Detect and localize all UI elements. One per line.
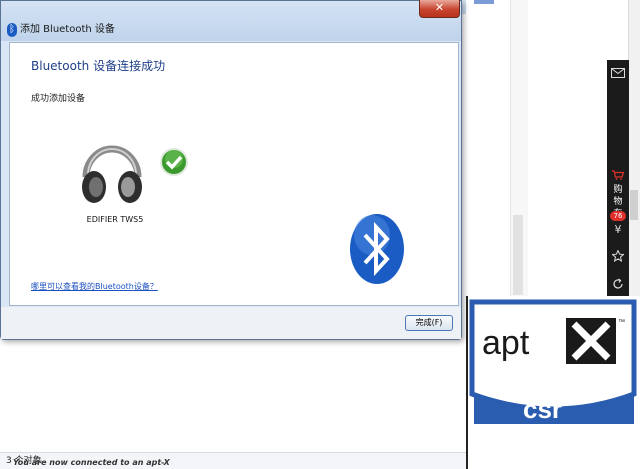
aptx-caption: You are now connected to an apt-X enable… bbox=[13, 458, 173, 467]
star-icon[interactable] bbox=[607, 249, 629, 265]
cart-label-2: 物 bbox=[613, 197, 623, 207]
cart-count-badge: 76 bbox=[610, 211, 626, 221]
svg-text:apt: apt bbox=[482, 324, 530, 362]
page-top-button[interactable] bbox=[474, 0, 494, 4]
aptx-logo: apt ™ csr bbox=[469, 299, 637, 424]
browser-scrollbar[interactable] bbox=[628, 0, 640, 300]
refresh-icon[interactable] bbox=[607, 278, 629, 293]
help-link[interactable]: 哪里可以查看我的Bluetooth设备？ bbox=[31, 281, 158, 292]
dialog-title: 添加 Bluetooth 设备 bbox=[20, 24, 115, 35]
page-scroll-thumb[interactable] bbox=[513, 215, 523, 295]
currency-icon[interactable]: ¥ bbox=[607, 223, 629, 236]
cart-icon bbox=[607, 170, 629, 184]
dialog-titlebar[interactable]: ᛒ 添加 Bluetooth 设备 ✕ bbox=[1, 0, 461, 41]
checkmark-icon bbox=[160, 148, 188, 176]
browser-scroll-thumb[interactable] bbox=[630, 190, 638, 220]
svg-text:csr: csr bbox=[523, 394, 562, 424]
side-toolbar: 购 物 车 76 ¥ bbox=[607, 60, 629, 300]
dialog-content: Bluetooth 设备连接成功 成功添加设备 EDIFIER TWS5 哪里可… bbox=[9, 42, 459, 306]
mail-icon[interactable] bbox=[607, 68, 629, 81]
dialog-subtext: 成功添加设备 bbox=[31, 94, 86, 104]
close-button[interactable]: ✕ bbox=[419, 0, 460, 18]
aptx-logo-card: apt ™ csr bbox=[466, 296, 640, 469]
device-name: EDIFIER TWS5 bbox=[86, 215, 144, 224]
finish-button[interactable]: 完成(F) bbox=[405, 315, 453, 331]
close-icon: ✕ bbox=[434, 1, 445, 14]
cart-label-1: 购 bbox=[613, 185, 623, 195]
add-bluetooth-device-dialog: ᛒ 添加 Bluetooth 设备 ✕ Bluetooth 设备连接成功 成功添… bbox=[0, 0, 462, 340]
bluetooth-logo bbox=[350, 214, 404, 284]
headphones-icon bbox=[82, 145, 142, 203]
bluetooth-icon: ᛒ bbox=[7, 23, 17, 37]
dialog-footer: 完成(F) bbox=[1, 307, 461, 339]
svg-text:™: ™ bbox=[618, 319, 625, 326]
dialog-heading: Bluetooth 设备连接成功 bbox=[31, 59, 166, 73]
